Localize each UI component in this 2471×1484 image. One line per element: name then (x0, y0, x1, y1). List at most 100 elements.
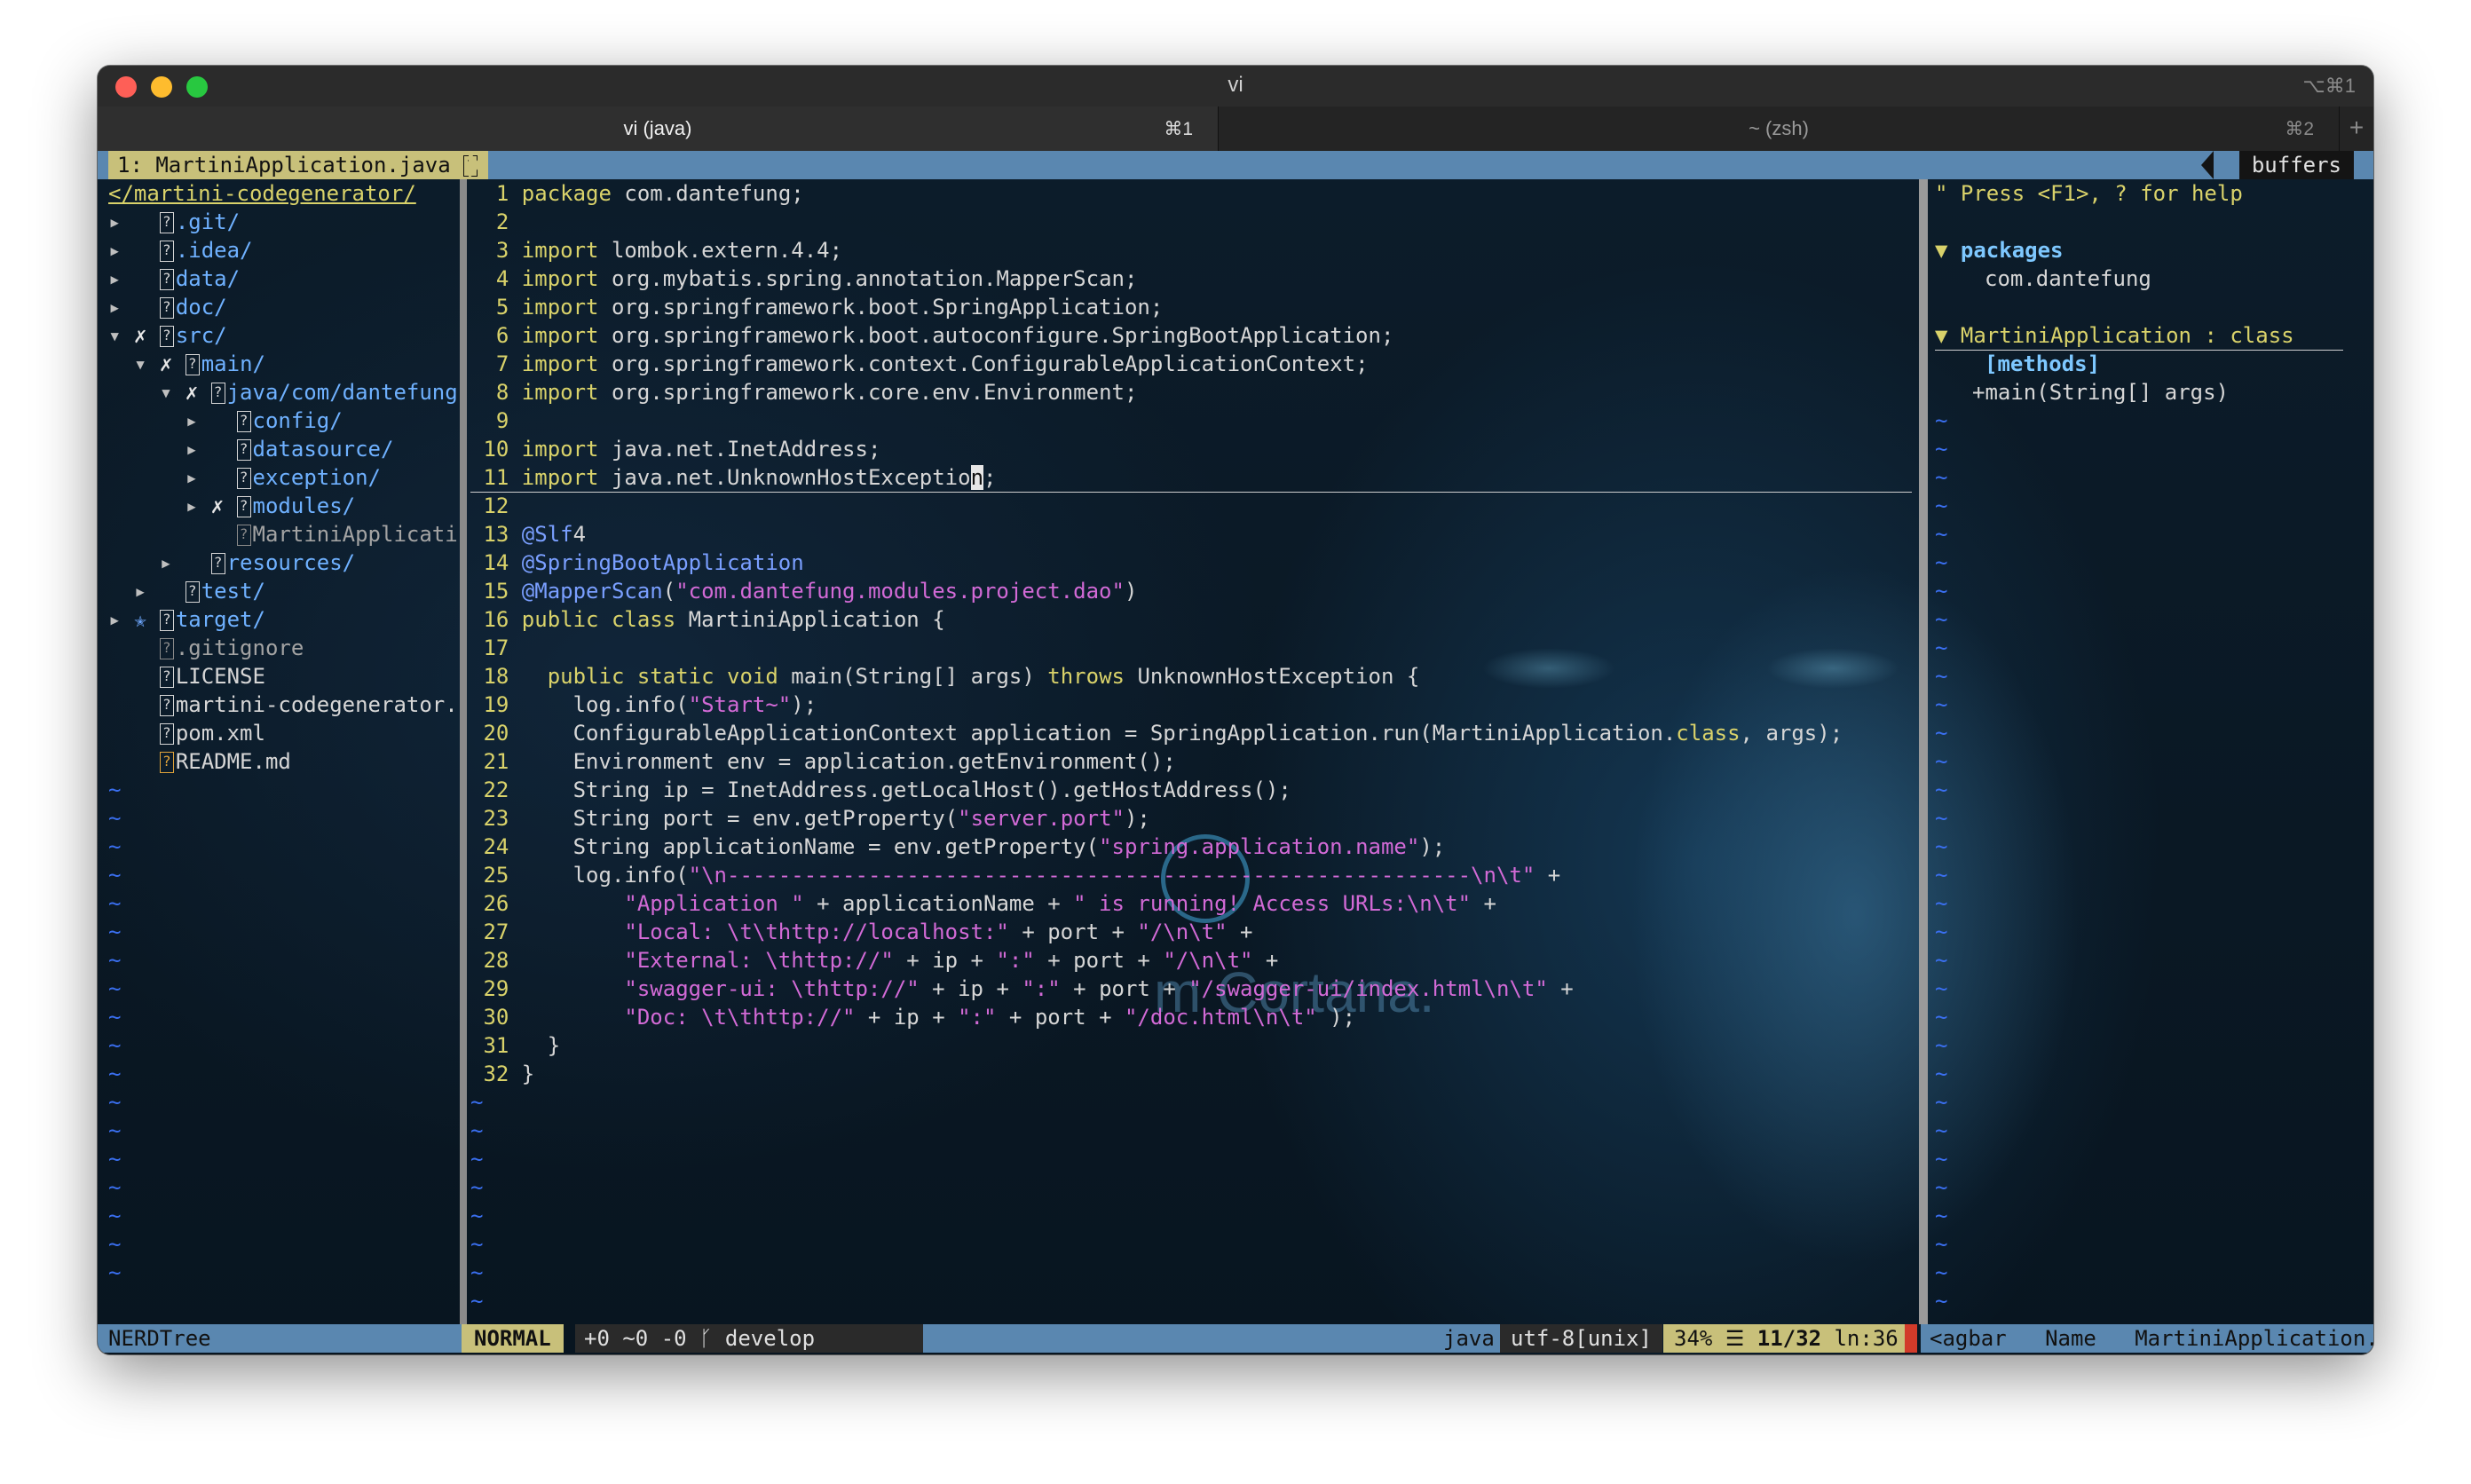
code-line[interactable]: 28 "External: \thttp://" + ip + ":" + po… (470, 946, 1278, 975)
empty-line-marker: ~ (1935, 635, 1948, 660)
tree-collapsed-icon[interactable]: ▸ (108, 266, 121, 291)
tree-collapsed-icon[interactable] (108, 635, 121, 660)
tree-expanded-icon[interactable]: ▾ (108, 323, 121, 348)
tree-collapsed-icon[interactable] (108, 664, 121, 689)
nerdtree-item[interactable]: ? pom.xml (108, 719, 265, 747)
code-line[interactable]: 14 @SpringBootApplication (470, 549, 804, 577)
code-line[interactable]: 7 import org.springframework.context.Con… (470, 350, 1369, 378)
nerdtree-item[interactable]: ▸ ? .idea/ (108, 236, 253, 264)
tree-collapsed-icon[interactable]: ▸ (186, 408, 198, 433)
code-line[interactable]: 12 (470, 492, 522, 520)
tree-collapsed-icon[interactable]: ▸ (186, 465, 198, 490)
nerdtree-item[interactable]: ▸ ? test/ (108, 577, 265, 605)
nerdtree-item[interactable]: ▸ ✗ ? modules/ (108, 492, 355, 520)
code-line[interactable]: 17 (470, 634, 522, 662)
tree-collapsed-icon[interactable]: ▸ (108, 607, 121, 632)
code-line[interactable]: 4 import org.mybatis.spring.annotation.M… (470, 264, 1138, 293)
empty-line-marker: ~ (108, 1175, 122, 1200)
editor-pane[interactable]: m Cortana. 1 package com.dantefung; 2 3 … (470, 179, 1919, 1324)
line-number: 30 (470, 1005, 522, 1030)
code-line[interactable]: 26 "Application " + applicationName + " … (470, 889, 1496, 918)
code-line[interactable]: 20 ConfigurableApplicationContext applic… (470, 719, 1843, 747)
nerdtree-root[interactable]: </martini-codegenerator/ (108, 179, 416, 208)
vim-buffer-tab[interactable]: 1: MartiniApplication.java ? (108, 151, 489, 179)
line-number: 26 (470, 891, 522, 916)
file-status-icon: ? (159, 610, 174, 631)
tree-expanded-icon[interactable]: ▾ (160, 380, 172, 405)
nerdtree-item[interactable]: ▸ ? config/ (108, 407, 343, 435)
nerdtree-item[interactable]: ? LICENSE (108, 662, 265, 691)
tree-collapsed-icon[interactable] (108, 749, 121, 774)
code-line[interactable]: 2 (470, 208, 522, 236)
nerdtree-item[interactable]: ? martini-codegenerator. (108, 691, 458, 719)
code-line[interactable]: 19 log.info("Start~"); (470, 691, 817, 719)
code-line[interactable]: 5 import org.springframework.boot.Spring… (470, 293, 1163, 321)
nerdtree-item[interactable]: ▸ ? doc/ (108, 293, 227, 321)
code-line[interactable]: 23 String port = env.getProperty("server… (470, 804, 1149, 833)
code-line[interactable]: 16 public class MartiniApplication { (470, 605, 944, 634)
code-line[interactable]: 31 } (470, 1031, 560, 1060)
line-number: 17 (470, 635, 522, 660)
terminal-content[interactable]: 1: MartiniApplication.java ? buffers </m… (98, 151, 2373, 1354)
code-line[interactable]: 13 @Slf4 (470, 520, 586, 549)
code-line[interactable]: 1 package com.dantefung; (470, 179, 804, 208)
tab-bar: vi (java) ⌘1 ~ (zsh) ⌘2 + (98, 107, 2373, 152)
tree-collapsed-icon[interactable]: ▸ (108, 238, 121, 263)
window-title: vi (1228, 73, 1243, 97)
tree-collapsed-icon[interactable]: ▸ (186, 493, 198, 518)
pane-separator[interactable] (1919, 179, 1928, 1324)
tree-collapsed-icon[interactable]: ▸ (160, 550, 172, 575)
nerdtree-item[interactable]: ▸ ? data/ (108, 264, 240, 293)
tree-collapsed-icon[interactable]: ▸ (108, 295, 121, 320)
nerdtree-item[interactable]: ? README.md (108, 747, 291, 776)
tree-collapsed-icon[interactable]: ▸ (108, 209, 121, 234)
code-line[interactable]: 15 @MapperScan("com.dantefung.modules.pr… (470, 577, 1137, 605)
code-line[interactable]: 18 public static void main(String[] args… (470, 662, 1419, 691)
new-tab-button[interactable]: + (2339, 107, 2373, 151)
nerdtree-item[interactable]: ▾ ✗ ? java/com/dantefung (108, 378, 458, 407)
tagbar-package-name[interactable]: com.dantefung (1985, 264, 2151, 293)
code-line[interactable]: 30 "Doc: \t\thttp://" + ip + ":" + port … (470, 1003, 1355, 1031)
nerdtree-item[interactable]: ? MartiniApplicati (108, 520, 458, 549)
nerdtree-item[interactable]: ? .gitignore (108, 634, 304, 662)
nerdtree-item[interactable]: ▸ ? exception/ (108, 463, 381, 492)
code-line[interactable]: 21 Environment env = application.getEnvi… (470, 747, 1175, 776)
code-line[interactable]: 22 String ip = InetAddress.getLocalHost(… (470, 776, 1291, 804)
tagbar-class[interactable]: ▼ MartiniApplication : class (1935, 321, 2294, 350)
nerdtree-item[interactable]: ▸ ? datasource/ (108, 435, 394, 463)
code-line[interactable]: 24 String applicationName = env.getPrope… (470, 833, 1445, 861)
code-line[interactable]: 3 import lombok.extern.4.4; (470, 236, 842, 264)
nerdtree-item[interactable]: ▸ ✭ ? target/ (108, 605, 265, 634)
tree-collapsed-icon[interactable] (108, 721, 121, 746)
tree-item-name: test/ (201, 579, 265, 604)
tab-vi-java[interactable]: vi (java) ⌘1 (98, 107, 1219, 151)
code-line[interactable]: 25 log.info("\n-------------------------… (470, 861, 1560, 889)
nerdtree-item[interactable]: ▸ ? .git/ (108, 208, 240, 236)
code-text: @SpringBootApplication (521, 550, 804, 575)
tagbar-pane[interactable]: " Press <F1>, ? for help ▼ packages com.… (1935, 179, 2373, 1324)
code-line[interactable]: 6 import org.springframework.boot.autoco… (470, 321, 1394, 350)
nerdtree-item[interactable]: ▾ ✗ ? src/ (108, 321, 227, 350)
tab-zsh[interactable]: ~ (zsh) ⌘2 (1219, 107, 2339, 151)
tagbar-method[interactable]: +main(String[] args) (1972, 378, 2229, 407)
tree-collapsed-icon[interactable]: ▸ (134, 579, 146, 604)
nerdtree-item[interactable]: ▾ ✗ ? main/ (108, 350, 265, 378)
tree-collapsed-icon[interactable]: ▸ (186, 437, 198, 462)
empty-line-marker: ~ (470, 1232, 484, 1257)
nerdtree-item[interactable]: ▸ ? resources/ (108, 549, 355, 577)
tagbar-packages[interactable]: ▼ packages (1935, 236, 2064, 264)
code-line[interactable]: 10 import java.net.InetAddress; (470, 435, 880, 463)
code-line[interactable]: 32 } (470, 1060, 534, 1088)
code-line[interactable]: 8 import org.springframework.core.env.En… (470, 378, 1138, 407)
code-line[interactable]: 11 import java.net.UnknownHostException; (470, 463, 996, 492)
tagbar-sort: Name (2045, 1326, 2096, 1351)
tree-collapsed-icon[interactable] (186, 522, 198, 547)
code-line[interactable]: 27 "Local: \t\thttp://localhost:" + port… (470, 918, 1252, 946)
tree-expanded-icon[interactable]: ▾ (134, 351, 146, 376)
code-line[interactable]: 29 "swagger-ui: \thttp://" + ip + ":" + … (470, 975, 1573, 1003)
code-line[interactable]: 9 (470, 407, 522, 435)
nerdtree-pane[interactable]: </martini-codegenerator/ ▸ ? .git/▸ ? .ide… (98, 179, 458, 1324)
code-text: import java.net.UnknownHostException; (521, 465, 997, 490)
tree-collapsed-icon[interactable] (108, 692, 121, 717)
pane-separator[interactable] (460, 179, 467, 1324)
